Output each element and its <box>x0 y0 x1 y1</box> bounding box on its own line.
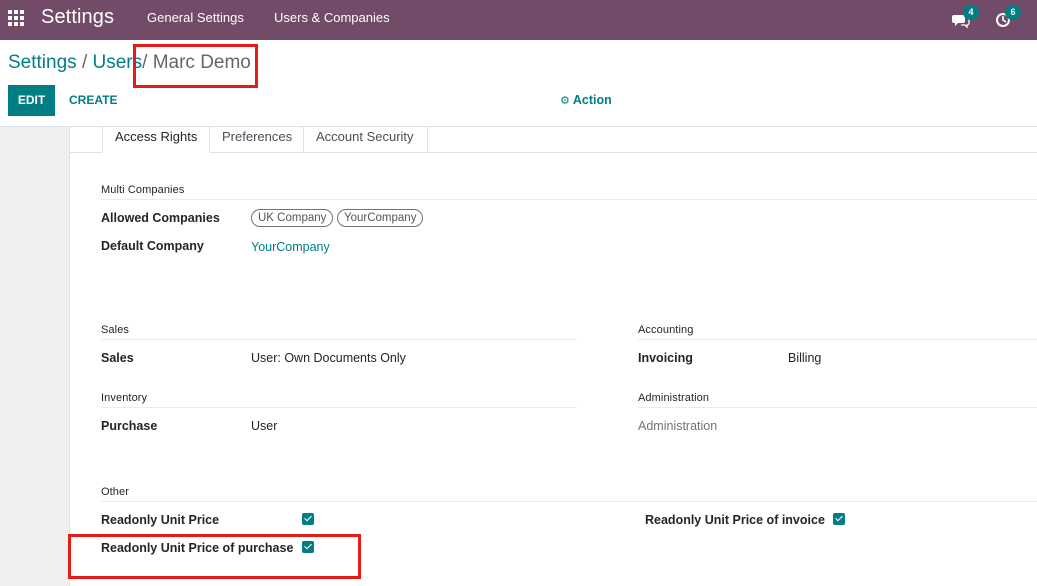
section-title-sales: Sales <box>101 324 130 336</box>
invoicing-label: Invoicing <box>638 351 693 365</box>
section-title-other: Other <box>101 486 130 498</box>
section-divider <box>101 339 577 340</box>
tab-account-security[interactable]: Account Security <box>303 127 428 153</box>
default-company-label: Default Company <box>101 239 204 253</box>
sales-label: Sales <box>101 351 134 365</box>
section-divider <box>638 339 1037 340</box>
messages-count-badge: 4 <box>963 5 979 20</box>
breadcrumb-separator: / <box>81 52 88 73</box>
section-divider <box>638 407 1037 408</box>
create-button[interactable]: CREATE <box>63 85 123 116</box>
menu-general-settings[interactable]: General Settings <box>147 10 244 25</box>
purchase-value[interactable]: User <box>251 419 277 433</box>
section-divider <box>101 199 1037 200</box>
tab-preferences[interactable]: Preferences <box>209 127 304 153</box>
edit-button[interactable]: EDIT <box>8 85 55 116</box>
company-tag[interactable]: UK Company <box>251 209 334 227</box>
section-title-accounting: Accounting <box>638 324 694 336</box>
breadcrumb: Settings / Users/ Marc Demo <box>8 52 251 74</box>
gear-icon: ⚙ <box>560 95 570 107</box>
activities-button[interactable]: 6 <box>993 5 1021 32</box>
tab-access-rights[interactable]: Access Rights <box>102 127 210 153</box>
messaging-button[interactable]: 4 <box>951 5 979 32</box>
readonly-unit-price-checkbox[interactable] <box>302 513 314 525</box>
allowed-companies-label: Allowed Companies <box>101 211 220 225</box>
administration-value[interactable]: Administration <box>638 419 717 433</box>
action-label: Action <box>572 93 612 107</box>
invoicing-value[interactable]: Billing <box>788 351 821 365</box>
section-divider <box>101 501 1037 502</box>
app-title[interactable]: Settings <box>41 6 114 29</box>
apps-menu-icon[interactable] <box>8 10 25 27</box>
activities-count-badge: 6 <box>1005 5 1021 20</box>
breadcrumb-users[interactable]: Users <box>93 52 143 73</box>
breadcrumb-settings[interactable]: Settings <box>8 52 77 73</box>
default-company-value[interactable]: YourCompany <box>251 240 330 254</box>
action-menu-button[interactable]: ⚙ Action <box>560 93 612 107</box>
sales-value[interactable]: User: Own Documents Only <box>251 351 406 365</box>
breadcrumb-separator: / <box>142 52 148 73</box>
readonly-unit-price-label: Readonly Unit Price <box>101 513 220 527</box>
left-gutter <box>0 127 69 586</box>
form-sheet: Access Rights Preferences Account Securi… <box>69 127 1037 586</box>
readonly-purchase-label: Readonly Unit Price of purchase <box>101 541 294 555</box>
section-title-multi-companies: Multi Companies <box>101 184 185 196</box>
readonly-invoice-checkbox[interactable] <box>833 513 845 525</box>
readonly-invoice-label: Readonly Unit Price of invoice <box>645 513 825 527</box>
readonly-purchase-checkbox[interactable] <box>302 541 314 553</box>
breadcrumb-current-record: Marc Demo <box>152 52 251 73</box>
purchase-label: Purchase <box>101 419 158 433</box>
top-navbar: Settings General Settings Users & Compan… <box>0 0 1037 40</box>
company-tag[interactable]: YourCompany <box>337 209 424 227</box>
section-divider <box>101 407 577 408</box>
section-title-inventory: Inventory <box>101 392 148 404</box>
menu-users-companies[interactable]: Users & Companies <box>274 10 390 25</box>
section-title-administration: Administration <box>638 392 710 404</box>
control-panel: Settings / Users/ Marc Demo EDIT CREATE … <box>0 40 1037 127</box>
